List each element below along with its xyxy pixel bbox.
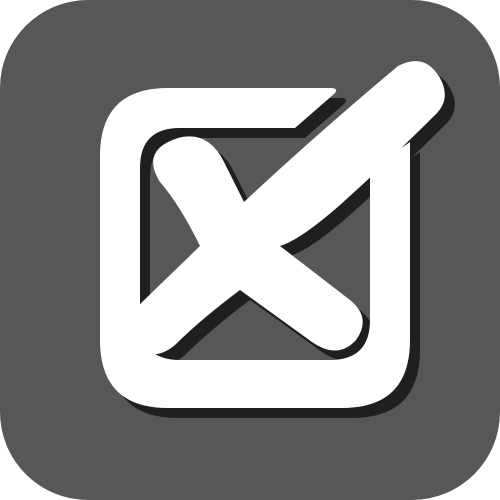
checkbox-x-icon[interactable] [0,0,500,500]
app-icon-canvas [0,0,500,500]
